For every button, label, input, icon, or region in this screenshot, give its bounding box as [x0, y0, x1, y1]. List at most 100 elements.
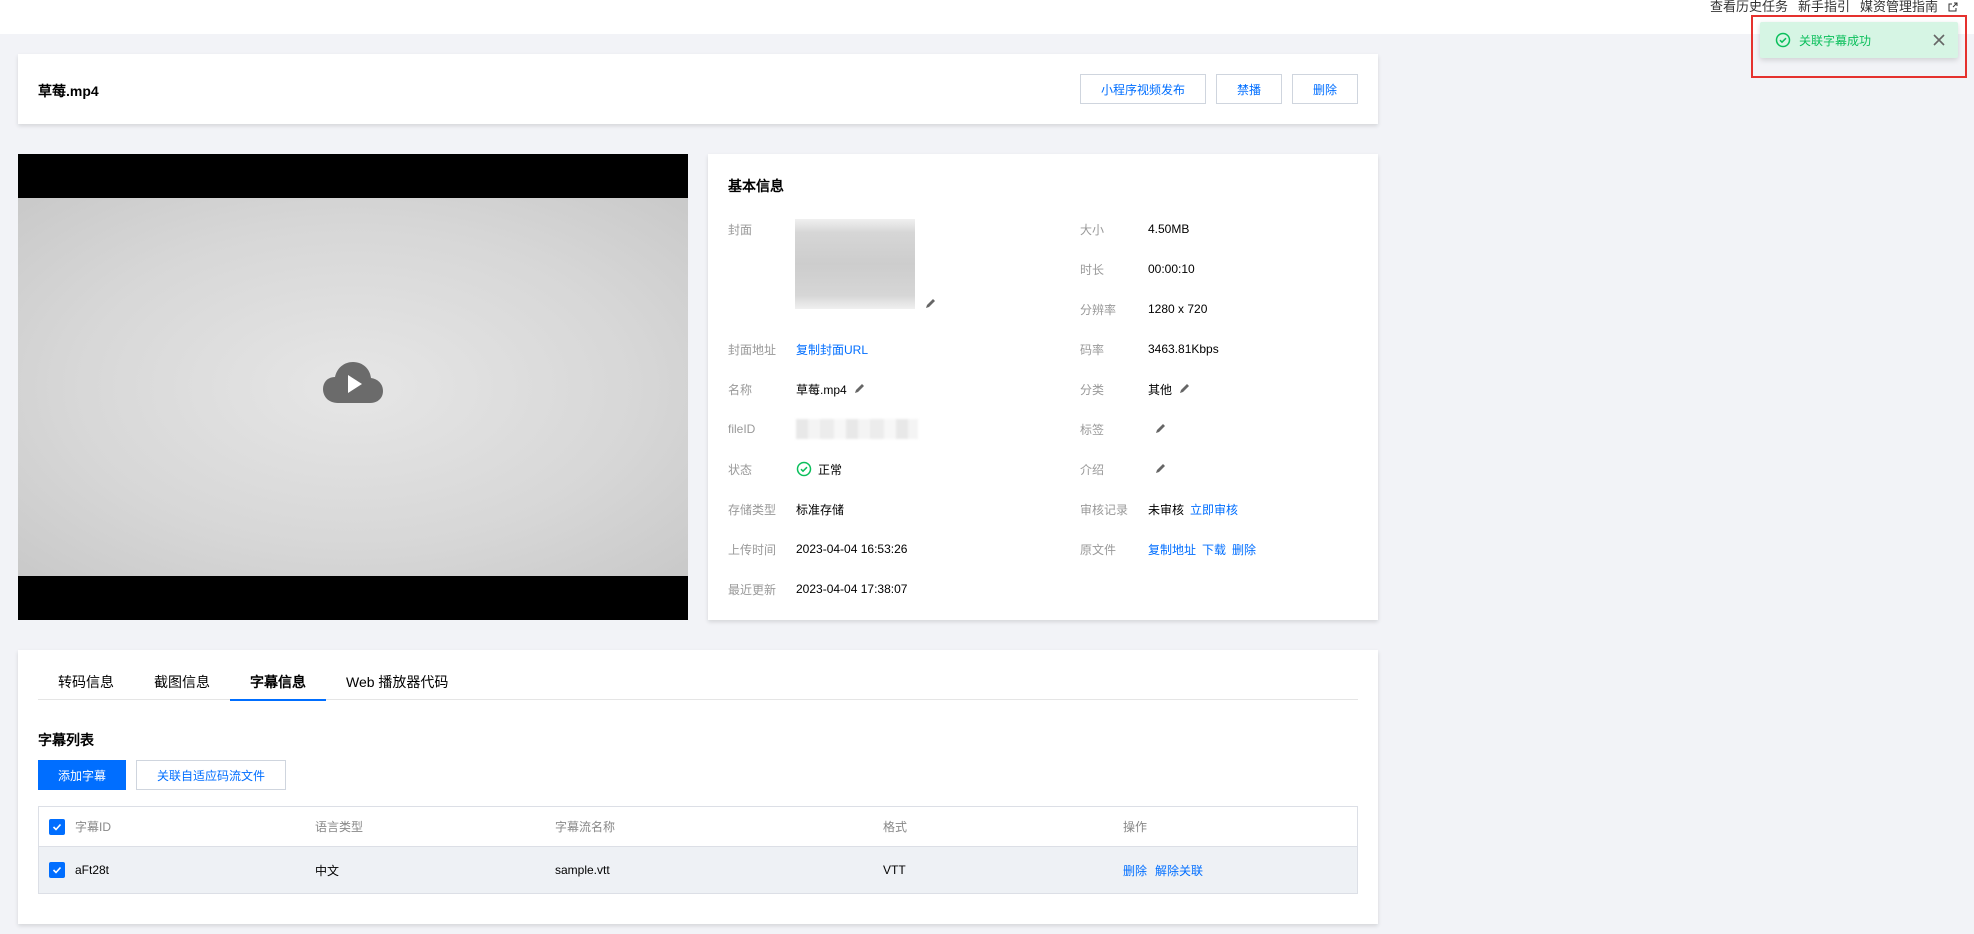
column-header-id: 字幕ID [75, 820, 112, 834]
close-icon[interactable] [1932, 33, 1946, 47]
resolution-value: 1280 x 720 [1148, 302, 1208, 316]
external-link-icon[interactable] [1948, 2, 1958, 12]
column-header-format: 格式 [883, 820, 908, 834]
name-value-wrap: 草莓.mp4 [796, 381, 865, 398]
subtitle-actions: 添加字幕 关联自适应码流文件 [38, 760, 287, 790]
row-checkbox[interactable] [49, 862, 65, 878]
file-header-card: 草莓.mp4 小程序视频发布 禁播 删除 [18, 54, 1378, 124]
subtitle-list-title: 字幕列表 [38, 732, 94, 748]
tag-row: 标签 [1080, 420, 1166, 438]
top-bar: 查看历史任务 新手指引 媒资管理指南 [0, 0, 1974, 34]
updated-value: 2023-04-04 17:38:07 [796, 582, 908, 596]
check-icon [52, 823, 62, 831]
bitrate-value: 3463.81Kbps [1148, 342, 1219, 356]
review-value: 未审核 [1148, 502, 1185, 517]
basic-info-card: 基本信息 封面 封面地址 复制封面URL 名称 草莓.mp4 fileID 状态… [708, 154, 1378, 620]
subtitle-language: 中文 [315, 863, 340, 878]
subtitle-id: aFt28t [75, 863, 110, 877]
upload-label: 上传时间 [728, 542, 777, 557]
name-value: 草莓.mp4 [796, 382, 847, 397]
status-value: 正常 [818, 462, 843, 477]
intro-value-wrap [1148, 463, 1166, 475]
review-value-wrap: 未审核 立即审核 [1148, 501, 1238, 518]
review-now-link[interactable]: 立即审核 [1190, 501, 1238, 518]
delete-subtitle-link[interactable]: 删除 [1123, 862, 1147, 879]
ban-play-button[interactable]: 禁播 [1215, 74, 1282, 104]
size-label: 大小 [1080, 222, 1105, 237]
edit-tag-icon[interactable] [1154, 423, 1166, 435]
fileid-row: fileID [728, 419, 918, 439]
edit-name-icon[interactable] [853, 383, 865, 395]
copy-source-url-link[interactable]: 复制地址 [1148, 541, 1196, 558]
duration-row: 时长 00:00:10 [1080, 260, 1195, 278]
page-title: 草莓.mp4 [38, 83, 99, 99]
media-guide-link[interactable]: 媒资管理指南 [1860, 0, 1938, 14]
size-value: 4.50MB [1148, 222, 1190, 236]
fileid-redacted [796, 419, 918, 439]
add-subtitle-button[interactable]: 添加字幕 [38, 760, 127, 790]
edit-cover-icon[interactable] [924, 298, 936, 310]
bitrate-row: 码率 3463.81Kbps [1080, 340, 1219, 358]
category-label: 分类 [1080, 382, 1105, 397]
fileid-label: fileID [728, 422, 756, 436]
subtitle-format: VTT [883, 863, 906, 877]
category-row: 分类 其他 [1080, 380, 1190, 398]
status-label: 状态 [728, 462, 753, 477]
size-row: 大小 4.50MB [1080, 220, 1189, 238]
column-header-language: 语言类型 [315, 820, 364, 834]
check-circle-icon [1775, 32, 1791, 48]
duration-label: 时长 [1080, 262, 1105, 277]
category-value-wrap: 其他 [1148, 381, 1190, 398]
tab-web-player-code[interactable]: Web 播放器代码 [326, 670, 468, 700]
cover-label: 封面 [728, 222, 753, 237]
row-actions: 删除 解除关联 [1123, 862, 1357, 879]
duration-value: 00:00:10 [1148, 262, 1195, 276]
check-icon [52, 866, 62, 874]
status-value-wrap: 正常 [796, 461, 842, 478]
tag-label: 标签 [1080, 422, 1105, 437]
tab-subtitle[interactable]: 字幕信息 [230, 670, 326, 701]
fileid-value [796, 419, 918, 439]
info-title: 基本信息 [728, 178, 784, 194]
copy-cover-url-link[interactable]: 复制封面URL [796, 341, 868, 358]
column-header-actions: 操作 [1123, 820, 1148, 834]
guide-link[interactable]: 新手指引 [1798, 0, 1850, 14]
unlink-subtitle-link[interactable]: 解除关联 [1155, 862, 1203, 879]
cover-url-row: 封面地址 复制封面URL [728, 340, 868, 358]
toast-message: 关联字幕成功 [1799, 33, 1872, 48]
row-checkbox-cell [39, 862, 75, 878]
column-header-stream-name: 字幕流名称 [555, 820, 616, 834]
updated-row: 最近更新 2023-04-04 17:38:07 [728, 580, 907, 598]
delete-button[interactable]: 删除 [1291, 74, 1358, 104]
delete-source-link[interactable]: 删除 [1232, 541, 1256, 558]
tab-snapshot[interactable]: 截图信息 [134, 670, 230, 700]
subtitle-stream-name: sample.vtt [555, 863, 610, 877]
detail-tabs: 转码信息 截图信息 字幕信息 Web 播放器代码 [38, 670, 1358, 701]
storage-label: 存储类型 [728, 502, 777, 517]
select-all-checkbox[interactable] [49, 818, 65, 835]
header-checkbox-cell [39, 818, 75, 835]
tab-transcode[interactable]: 转码信息 [38, 670, 134, 700]
edit-intro-icon[interactable] [1154, 463, 1166, 475]
storage-value: 标准存储 [796, 502, 845, 517]
intro-label: 介绍 [1080, 462, 1105, 477]
updated-label: 最近更新 [728, 582, 777, 597]
upload-row: 上传时间 2023-04-04 16:53:26 [728, 540, 907, 558]
header-actions: 小程序视频发布 禁播 删除 [1079, 74, 1358, 104]
storage-row: 存储类型 标准存储 [728, 500, 844, 518]
table-row: aFt28t 中文 sample.vtt VTT 删除 解除关联 [39, 847, 1357, 893]
table-header: 字幕ID 语言类型 字幕流名称 格式 操作 [39, 807, 1357, 847]
link-adaptive-stream-button[interactable]: 关联自适应码流文件 [136, 760, 287, 790]
play-icon[interactable] [322, 361, 384, 405]
video-player[interactable] [18, 154, 688, 620]
cover-thumbnail [795, 219, 915, 309]
name-label: 名称 [728, 382, 753, 397]
tag-value-wrap [1148, 423, 1166, 435]
history-tasks-link[interactable]: 查看历史任务 [1710, 0, 1788, 14]
subtitle-table: 字幕ID 语言类型 字幕流名称 格式 操作 aFt28t 中文 sample.v… [38, 806, 1358, 894]
download-link[interactable]: 下载 [1202, 541, 1226, 558]
resolution-label: 分辨率 [1080, 302, 1117, 317]
edit-category-icon[interactable] [1178, 383, 1190, 395]
cover-url-label: 封面地址 [728, 342, 777, 357]
mini-program-publish-button[interactable]: 小程序视频发布 [1079, 74, 1206, 104]
